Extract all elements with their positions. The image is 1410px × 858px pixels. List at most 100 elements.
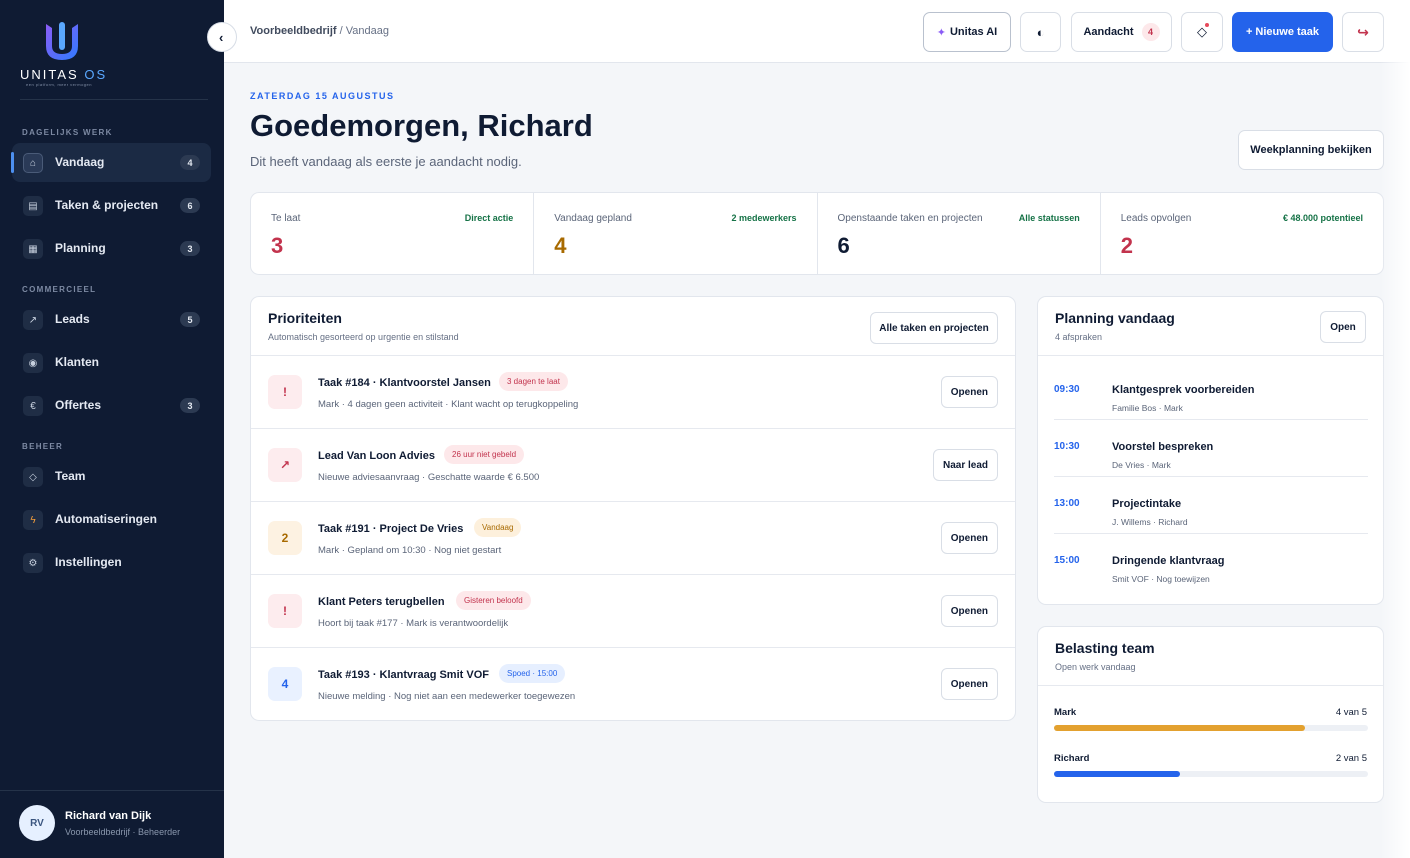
stat-link[interactable]: Direct actie (465, 213, 514, 223)
euro-icon: € (23, 396, 43, 416)
stat-link[interactable]: 2 medewerkers (731, 213, 796, 223)
stat-link[interactable]: € 48.000 potentieel (1283, 213, 1363, 223)
page-title: Goedemorgen, Richard (250, 108, 593, 143)
home-icon: ⌂ (23, 153, 43, 173)
load-bar (1054, 725, 1368, 731)
attention-button[interactable]: Aandacht 4 (1071, 12, 1172, 52)
priority-row[interactable]: ↗ Lead Van Loon Advies 26 uur niet gebel… (251, 429, 1015, 502)
schedule-item[interactable]: 15:00 Dringende klantvraag Smit VOF · No… (1054, 534, 1368, 591)
schedule-title: Projectintake (1112, 498, 1182, 510)
week-planning-button[interactable]: Weekplanning bekijken (1238, 130, 1384, 170)
priority-description: Nieuwe adviesaanvraag · Geschatte waarde… (318, 472, 540, 483)
sidebar-item-automatiseringen[interactable]: ϟ Automatiseringen (12, 500, 211, 539)
collapse-sidebar-button[interactable]: ‹ (207, 22, 237, 52)
open-button[interactable]: Openen (940, 595, 998, 627)
stat-value: 2 (1120, 233, 1133, 258)
priority-description: Mark · Gepland om 10:30 · Nog niet gesta… (318, 545, 502, 556)
priority-description: Nieuwe melding · Nog niet aan een medewe… (318, 691, 576, 702)
open-button[interactable]: Openen (940, 376, 998, 408)
priority-row[interactable]: 4 Taak #193 · Klantvraag Smit VOF Spoed … (251, 648, 1015, 721)
sidebar-divider (20, 99, 208, 100)
priority-title: Taak #193 · Klantvraag Smit VOF (318, 669, 489, 681)
sidebar-item-vandaag[interactable]: ⌂ Vandaag 4 (11, 143, 211, 182)
stat-value: 3 (271, 233, 284, 258)
schedule-title: Voorstel bespreken (1112, 441, 1214, 453)
sidebar-item-label: Offertes (55, 398, 102, 412)
sidebar-item-klanten[interactable]: ◉ Klanten (12, 343, 211, 382)
sidebar-item-badge: 6 (180, 198, 200, 213)
sidebar-item-label: Instellingen (55, 555, 122, 569)
breadcrumb-company[interactable]: Voorbeeldbedrijf (250, 25, 337, 37)
date-label: ZATERDAG 15 AUGUSTUS (250, 91, 395, 101)
open-button[interactable]: Openen (940, 668, 998, 700)
sidebar-item-badge: 3 (180, 241, 200, 256)
stat-label: Leads opvolgen (1120, 213, 1192, 224)
section-label-commercial: COMMERCIEEL (22, 285, 97, 294)
schedule-item[interactable]: 10:30 Voorstel bespreken De Vries · Mark (1054, 420, 1368, 477)
open-schedule-button[interactable]: Open (1320, 311, 1366, 343)
alert-icon: ! (268, 594, 302, 628)
schedule-title: Dringende klantvraag (1112, 555, 1225, 567)
status-badge: Vandaag (474, 518, 522, 537)
avatar[interactable]: RV (19, 805, 55, 841)
stat-link[interactable]: Alle statussen (1019, 213, 1080, 223)
notifications-button[interactable]: ◇ (1181, 12, 1223, 52)
sidebar-item-offertes[interactable]: € Offertes 3 (12, 386, 211, 425)
sidebar-item-team[interactable]: ◇ Team (12, 457, 211, 496)
status-badge: Gisteren beloofd (456, 591, 531, 610)
sidebar: UNITAS OS een platform, meer vermogen DA… (0, 0, 224, 858)
unitas-ai-button[interactable]: ✦ Unitas AI (923, 12, 1011, 52)
card-divider (1038, 355, 1383, 356)
sidebar-item-label: Planning (55, 241, 106, 255)
right-edge-fade (1380, 0, 1410, 858)
card-subtitle: Automatisch gesorteerd op urgentie en st… (268, 332, 459, 342)
arrow-up-right-icon: ↗ (268, 448, 302, 482)
priority-row[interactable]: ! Taak #184 · Klantvoorstel Jansen 3 dag… (251, 356, 1015, 429)
section-label-admin: BEHEER (22, 442, 64, 451)
schedule-item[interactable]: 13:00 Projectintake J. Willems · Richard (1054, 477, 1368, 534)
section-label-daily: DAGELIJKS WERK (22, 128, 113, 137)
priority-title: Taak #184 · Klantvoorstel Jansen (318, 377, 491, 389)
team-member-load: 4 van 5 (1335, 707, 1367, 718)
schedule-item[interactable]: 09:30 Klantgesprek voorbereiden Familie … (1054, 363, 1368, 420)
stat-openstaande-taken[interactable]: Openstaande taken en projecten Alle stat… (818, 193, 1101, 274)
sidebar-item-planning[interactable]: ▦ Planning 3 (12, 229, 211, 268)
stat-te-laat[interactable]: Te laat Direct actie 3 (251, 193, 535, 274)
status-badge: Spoed · 15:00 (499, 664, 566, 683)
logout-button[interactable]: ↪ (1342, 12, 1384, 52)
card-divider (1038, 685, 1383, 686)
status-badge: 3 dagen te laat (499, 372, 568, 391)
stat-vandaag-gepland[interactable]: Vandaag gepland 2 medewerkers 4 (534, 193, 818, 274)
sidebar-item-label: Leads (55, 312, 90, 326)
theme-toggle-button[interactable]: ◐ (1020, 12, 1061, 52)
to-lead-button[interactable]: Naar lead (932, 449, 998, 481)
schedule-sub: Smit VOF · Nog toewijzen (1112, 574, 1210, 584)
attention-count-badge: 4 (1141, 23, 1160, 41)
stat-value: 6 (837, 233, 850, 258)
user-divider (0, 790, 224, 791)
sidebar-item-label: Vandaag (55, 155, 105, 169)
sidebar-item-label: Taken & projecten (55, 198, 159, 212)
topbar: Voorbeeldbedrijf / Vandaag ✦ Unitas AI ◐ … (224, 0, 1410, 63)
sidebar-item-taken[interactable]: ▤ Taken & projecten 6 (12, 186, 211, 225)
sidebar-item-badge: 5 (180, 312, 200, 327)
chevron-left-icon: ‹ (219, 29, 224, 45)
arrow-up-right-icon: ↗ (23, 310, 43, 330)
schedule-card: Planning vandaag 4 afspraken Open 09:30 … (1037, 296, 1384, 605)
card-title: Planning vandaag (1055, 310, 1175, 326)
priority-row[interactable]: 2 Taak #191 · Project De Vries Vandaag M… (251, 502, 1015, 575)
all-tasks-button[interactable]: Alle taken en projecten (870, 312, 998, 344)
sidebar-item-leads[interactable]: ↗ Leads 5 (12, 300, 211, 339)
new-task-button[interactable]: + Nieuwe taak (1232, 12, 1333, 52)
sidebar-item-instellingen[interactable]: ⚙ Instellingen (12, 543, 211, 582)
priority-title: Taak #191 · Project De Vries (318, 523, 464, 535)
brand-logo[interactable]: UNITAS OS een platform, meer vermogen (20, 20, 110, 90)
priority-row[interactable]: ! Klant Peters terugbellen Gisteren belo… (251, 575, 1015, 648)
notification-dot (1205, 23, 1209, 27)
schedule-sub: J. Willems · Richard (1112, 517, 1188, 527)
open-button[interactable]: Openen (940, 522, 998, 554)
card-title: Belasting team (1055, 640, 1155, 656)
breadcrumb: Voorbeeldbedrijf / Vandaag (250, 25, 389, 37)
stat-leads-opvolgen[interactable]: Leads opvolgen € 48.000 potentieel 2 (1101, 193, 1383, 274)
team-member-name: Richard (1054, 753, 1090, 764)
